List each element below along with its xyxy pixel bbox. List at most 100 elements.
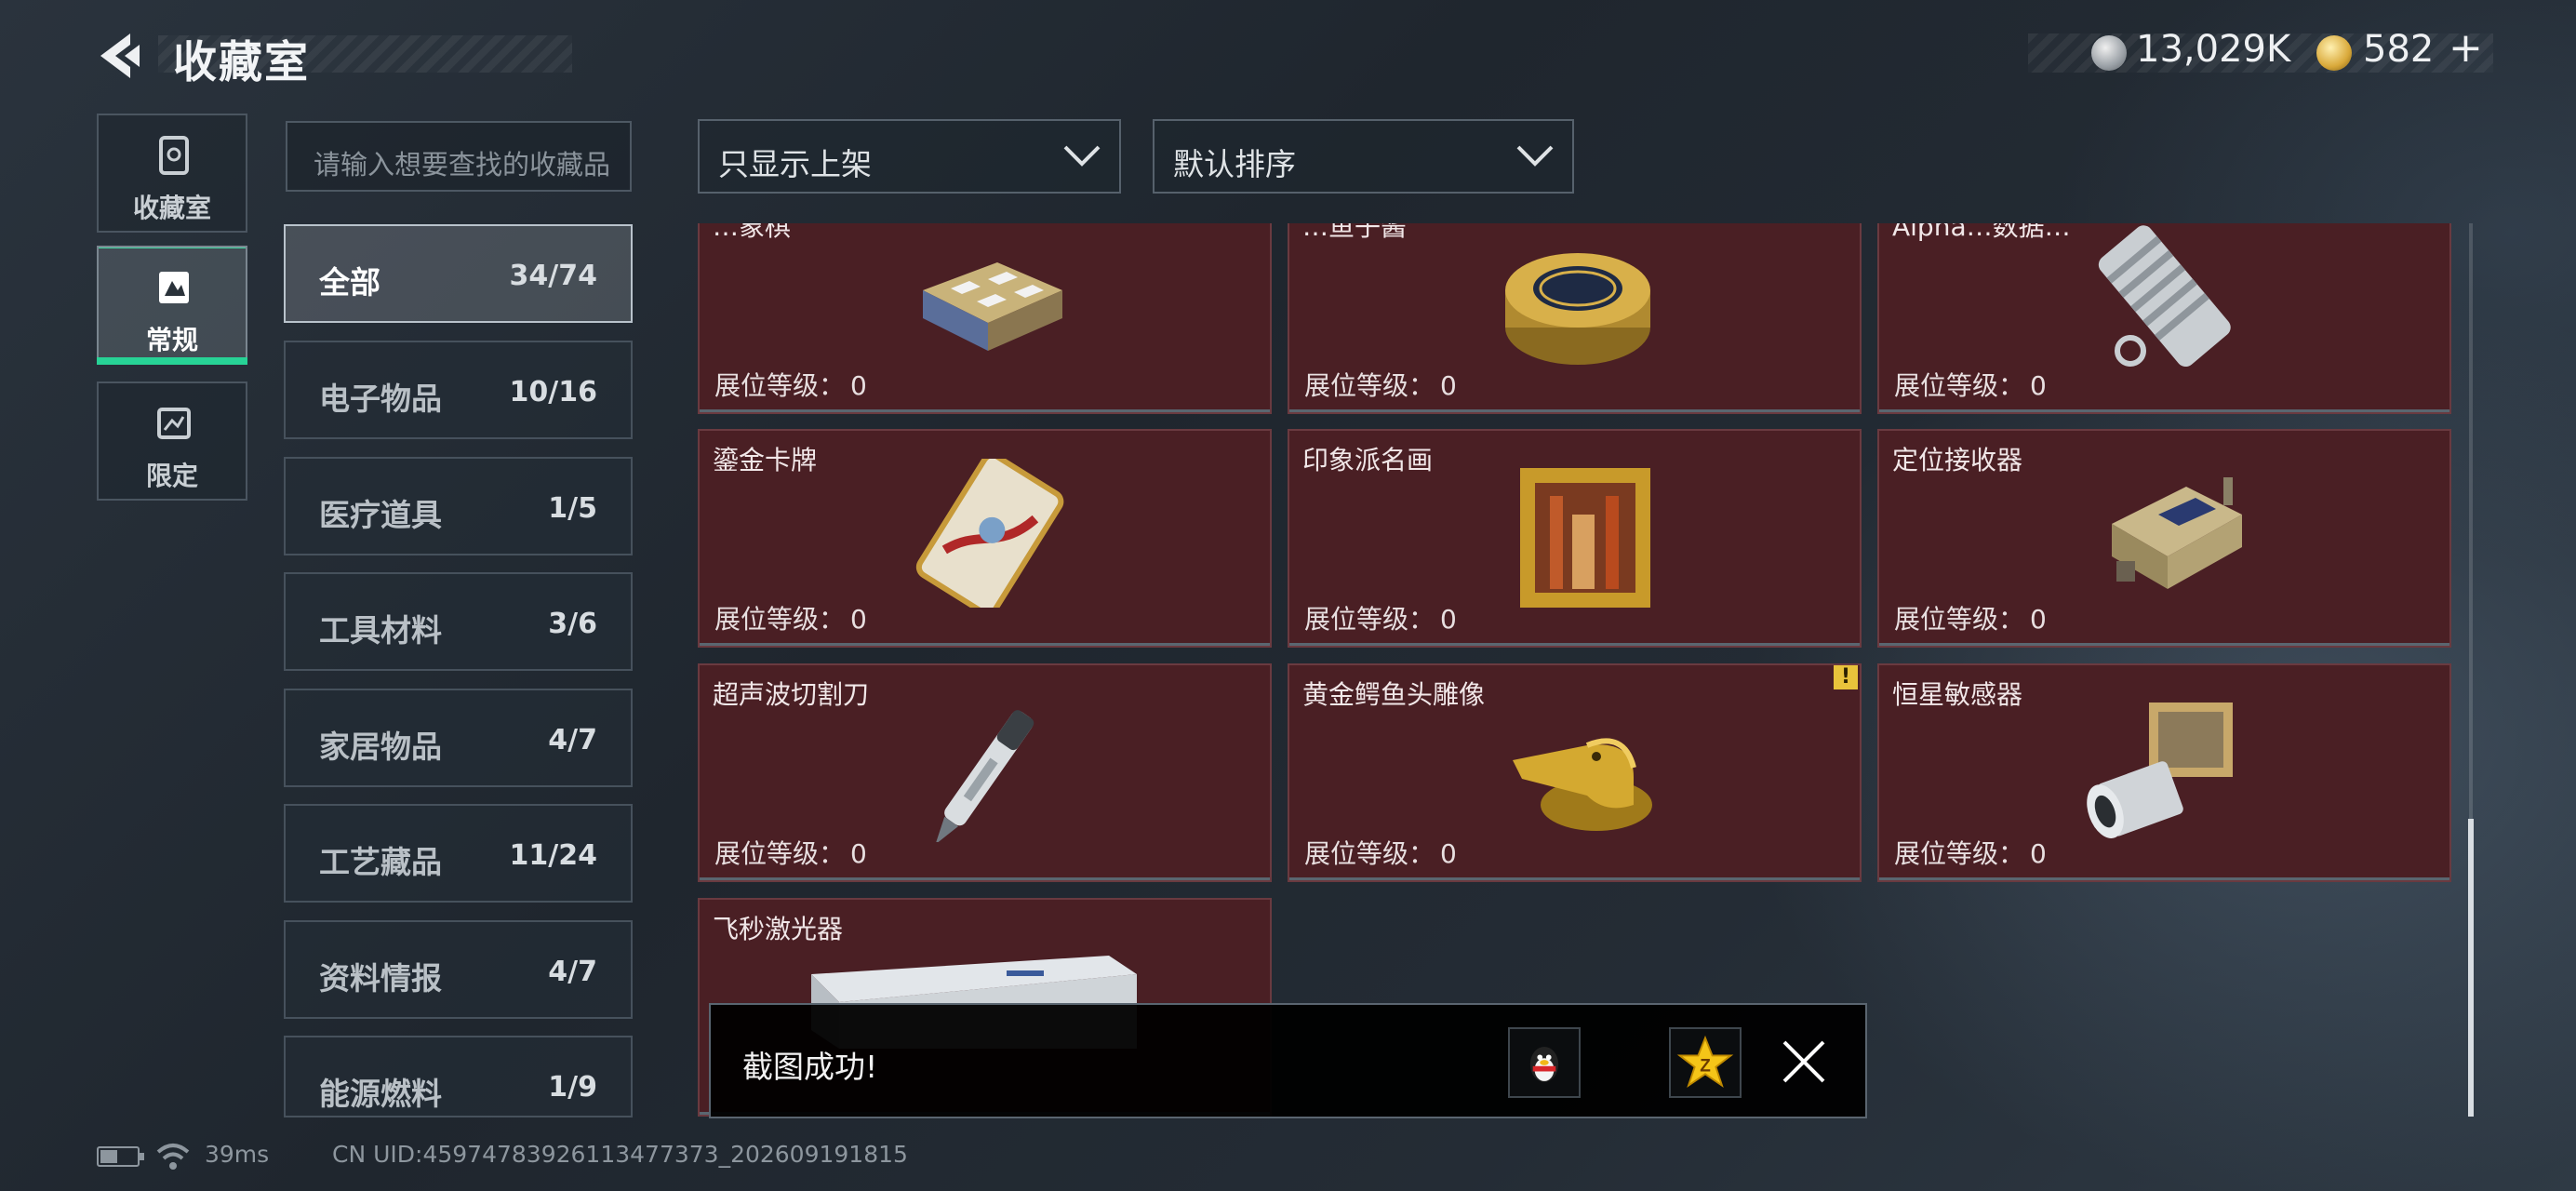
category-count: 10/16 — [509, 376, 597, 408]
regular-icon — [159, 272, 189, 303]
level-row: 展位等级： 0 — [1894, 599, 2047, 636]
category-household[interactable]: 家居物品 4/7 — [284, 689, 633, 787]
chevron-down-icon — [1516, 145, 1554, 167]
limited-icon — [157, 408, 191, 439]
share-qzone-button[interactable]: Z — [1669, 1027, 1742, 1098]
category-fuel[interactable]: 能源燃料 1/9 — [284, 1036, 633, 1117]
tab-limited[interactable]: 限定 — [97, 381, 247, 501]
category-tools[interactable]: 工具材料 3/6 — [284, 572, 633, 671]
item-name: 印象派名画 — [1302, 445, 1434, 475]
qq-penguin-icon — [1529, 1046, 1559, 1082]
collection-card[interactable]: Alpha…数据… 展位等级： 0 — [1877, 223, 2451, 414]
gps-receiver-icon — [2112, 477, 2242, 589]
collection-card[interactable]: …象棋 展位等级： 0 — [698, 223, 1272, 414]
ping-value: 39ms — [205, 1141, 270, 1168]
level-value: 0 — [2030, 370, 2047, 401]
collection-card[interactable]: 黄金鳄鱼头雕像 ! 展位等级： 0 — [1288, 663, 1862, 882]
category-name: 工具材料 — [319, 612, 442, 649]
shelf-filter-value: 只显示上架 — [718, 146, 872, 182]
share-qq-button[interactable] — [1508, 1027, 1581, 1098]
category-name: 电子物品 — [319, 381, 442, 417]
item-name: 黄金鳄鱼头雕像 — [1302, 679, 1486, 710]
add-currency-button[interactable]: + — [2449, 24, 2483, 72]
tab-regular[interactable]: 常规 — [97, 246, 247, 365]
item-name: 鎏金卡牌 — [713, 445, 818, 475]
level-label: 展位等级： — [714, 370, 846, 401]
category-count: 34/74 — [509, 260, 597, 292]
gilded-card-icon — [915, 459, 1064, 608]
level-label: 展位等级： — [1304, 370, 1435, 401]
category-name: 家居物品 — [319, 729, 442, 765]
level-row: 展位等级： 0 — [1304, 366, 1457, 403]
star-sensor-icon — [2087, 703, 2233, 838]
tab-collection-room[interactable]: 收藏室 — [97, 114, 247, 233]
level-label: 展位等级： — [1894, 838, 2025, 869]
category-count: 1/9 — [548, 1071, 597, 1104]
item-name: …鱼子酱 — [1302, 223, 1408, 242]
collection-card[interactable]: …鱼子酱 展位等级： 0 — [1288, 223, 1862, 414]
sort-dropdown[interactable]: 默认排序 — [1153, 119, 1574, 194]
level-row: 展位等级： 0 — [1894, 834, 2047, 871]
collection-card[interactable]: 定位接收器 展位等级： 0 — [1877, 429, 2451, 648]
category-all[interactable]: 全部 34/74 — [284, 224, 633, 323]
level-value: 0 — [2030, 604, 2047, 635]
collection-card[interactable]: 超声波切割刀 展位等级： 0 — [698, 663, 1272, 882]
level-value: 0 — [1440, 370, 1457, 401]
category-electronics[interactable]: 电子物品 10/16 — [284, 341, 633, 439]
category-count: 4/7 — [548, 956, 597, 988]
silver-currency-value: 13,029K — [2136, 28, 2291, 71]
shelf-filter-dropdown[interactable]: 只显示上架 — [698, 119, 1121, 194]
category-intel[interactable]: 资料情报 4/7 — [284, 920, 633, 1019]
level-label: 展位等级： — [1304, 604, 1435, 635]
category-count: 11/24 — [509, 839, 597, 872]
level-value: 0 — [1440, 604, 1457, 635]
item-name: 定位接收器 — [1892, 445, 2023, 475]
item-name: 恒星敏感器 — [1892, 679, 2023, 710]
active-tab-indicator — [97, 357, 247, 365]
level-value: 0 — [1440, 838, 1457, 869]
sort-value: 默认排序 — [1173, 146, 1296, 182]
category-name: 资料情报 — [319, 960, 442, 997]
tab-collection-room-label: 收藏室 — [132, 193, 211, 223]
level-label: 展位等级： — [714, 604, 846, 635]
collection-card[interactable]: 鎏金卡牌 展位等级： 0 — [698, 429, 1272, 648]
page-title: 收藏室 — [173, 37, 310, 88]
ultrasonic-knife-icon — [935, 710, 1034, 842]
level-value: 0 — [850, 604, 867, 635]
level-label: 展位等级： — [1894, 604, 2025, 635]
data-drive-icon — [2098, 225, 2231, 368]
collection-card[interactable]: 恒星敏感器 展位等级： 0 — [1877, 663, 2451, 882]
gold-crocodile-icon — [1513, 738, 1652, 831]
chevron-down-icon — [1063, 145, 1101, 167]
level-row: 展位等级： 0 — [714, 834, 867, 871]
category-count: 1/5 — [548, 492, 597, 525]
category-count: 4/7 — [548, 724, 597, 756]
level-value: 0 — [850, 838, 867, 869]
level-value: 0 — [850, 370, 867, 401]
category-crafts[interactable]: 工艺藏品 11/24 — [284, 804, 633, 903]
scrollbar-thumb[interactable] — [2468, 819, 2474, 1117]
level-value: 0 — [2030, 838, 2047, 869]
svg-text:Z: Z — [1700, 1056, 1711, 1076]
back-arrow-icon[interactable] — [93, 28, 149, 84]
close-icon[interactable] — [1779, 1037, 1829, 1087]
level-row: 展位等级： 0 — [1894, 366, 2047, 403]
level-row: 展位等级： 0 — [714, 599, 867, 636]
screenshot-toast: 截图成功! Z — [709, 1003, 1867, 1118]
category-medical[interactable]: 医疗道具 1/5 — [284, 457, 633, 555]
level-row: 展位等级： 0 — [1304, 834, 1457, 871]
item-name: …象棋 — [713, 223, 792, 242]
collection-card[interactable]: 印象派名画 展位等级： 0 — [1288, 429, 1862, 648]
level-row: 展位等级： 0 — [1304, 599, 1457, 636]
search-input[interactable]: 请输入想要查找的收藏品 — [286, 121, 632, 192]
collection-grid[interactable]: …象棋 展位等级： 0 …鱼子酱 展位等级： 0 Alpha…数据… 展位等级：… — [688, 223, 2456, 1117]
item-name: Alpha…数据… — [1892, 223, 2071, 242]
chess-box-icon — [923, 262, 1062, 351]
toast-message: 截图成功! — [742, 1049, 878, 1085]
tab-regular-label: 常规 — [145, 325, 198, 355]
level-label: 展位等级： — [1304, 838, 1435, 869]
category-name: 能源燃料 — [319, 1076, 442, 1112]
category-name: 全部 — [319, 264, 380, 301]
level-label: 展位等级： — [1894, 370, 2025, 401]
wifi-icon — [156, 1144, 190, 1170]
